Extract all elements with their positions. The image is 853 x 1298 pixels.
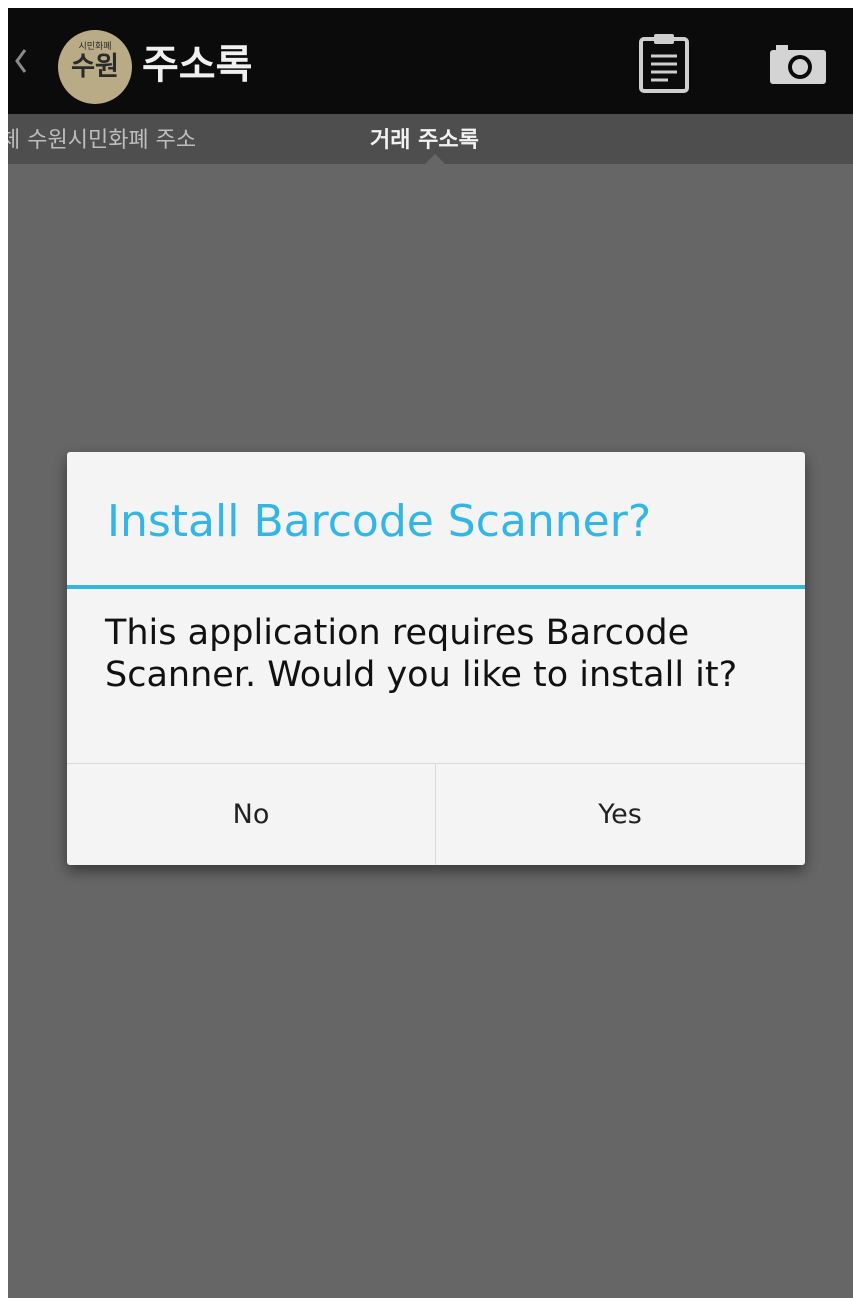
camera-icon[interactable] (768, 42, 828, 86)
tab-transaction-address-book[interactable]: 거래 주소록 (370, 128, 479, 154)
no-button[interactable]: No (67, 764, 435, 865)
logo-subtext: 시민화폐 (78, 42, 112, 52)
dialog-title-divider (67, 585, 805, 589)
selected-tab-indicator (424, 154, 446, 165)
dialog-message: This application requires Barcode Scanne… (105, 613, 738, 695)
tab-suwon-address[interactable]: 체 수원시민화폐 주소 (8, 128, 196, 154)
page-title: 주소록 (142, 42, 253, 88)
logo-text: 수원 (71, 52, 119, 82)
dialog-button-row: No Yes (67, 763, 805, 865)
install-dialog: Install Barcode Scanner? This applicatio… (67, 452, 805, 865)
chevron-left-icon[interactable] (14, 46, 28, 76)
action-bar: 시민화폐 수원 주소록 (8, 8, 853, 114)
app-screen: 시민화폐 수원 주소록 체 수원시민화폐 주소 거래 주소록 Install B… (8, 8, 853, 1298)
app-logo[interactable]: 시민화폐 수원 (58, 30, 132, 104)
yes-button[interactable]: Yes (436, 764, 804, 865)
clipboard-icon[interactable] (638, 32, 690, 94)
dialog-title: Install Barcode Scanner? (107, 496, 652, 547)
